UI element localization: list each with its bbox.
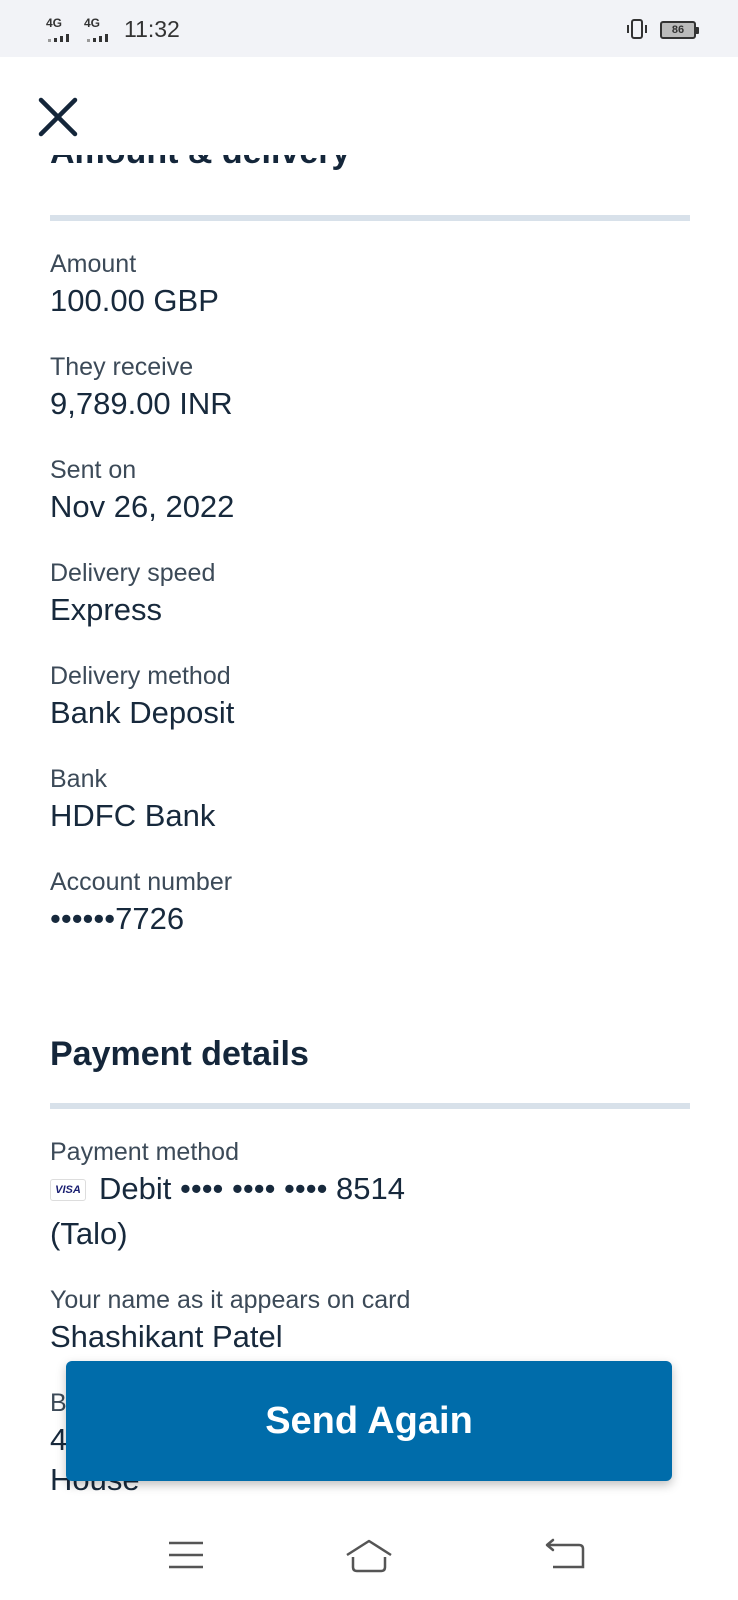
they-receive-label: They receive	[50, 353, 194, 381]
payment-details-title: Payment details	[50, 1035, 309, 1073]
network-type-1: 4G	[46, 16, 63, 30]
battery-indicator: 86	[660, 21, 699, 39]
signal-bars-icon-2	[87, 34, 115, 42]
amount-value: 100.00 GBP	[50, 283, 219, 318]
network-type-2: 4G	[84, 16, 101, 30]
billing-label: B	[50, 1389, 67, 1417]
name-on-card-value: Shashikant Patel	[50, 1319, 283, 1354]
account-number-label: Account number	[50, 868, 233, 896]
sent-on-value: Nov 26, 2022	[50, 489, 235, 524]
bank-label: Bank	[50, 765, 107, 793]
status-bar: 4G 4G 11:32 86	[0, 0, 738, 57]
delivery-speed-value: Express	[50, 592, 162, 627]
send-again-button[interactable]: Send Again	[66, 1361, 672, 1481]
amount-divider	[50, 215, 690, 221]
vibrate-icon	[627, 19, 647, 39]
system-nav-bar	[0, 1515, 738, 1600]
transfer-details-scroll[interactable]: Amount & delivery Amount 100.00 GBP They…	[0, 155, 738, 1515]
payment-method-value: Debit •••• •••• •••• 8514	[99, 1171, 406, 1206]
signal-bars-icon-1	[48, 34, 76, 42]
sent-on-label: Sent on	[50, 456, 137, 484]
clock: 11:32	[124, 16, 180, 42]
payment-divider	[50, 1103, 690, 1109]
payment-method-label: Payment method	[50, 1138, 239, 1166]
menu-icon[interactable]	[156, 1533, 216, 1577]
billing-value: 4	[50, 1422, 68, 1457]
home-icon[interactable]	[339, 1533, 399, 1577]
signal-icon-1: 4G	[46, 16, 62, 30]
amount-label: Amount	[50, 250, 137, 278]
account-number-value: ••••••7726	[50, 901, 185, 936]
signal-icon-2: 4G	[84, 16, 100, 30]
delivery-speed-label: Delivery speed	[50, 559, 216, 587]
delivery-method-label: Delivery method	[50, 662, 231, 690]
bank-value: HDFC Bank	[50, 798, 216, 833]
delivery-method-value: Bank Deposit	[50, 695, 235, 730]
visa-logo: VISA	[50, 1179, 86, 1201]
close-icon[interactable]	[36, 95, 80, 139]
name-on-card-label: Your name as it appears on card	[50, 1286, 411, 1314]
back-icon[interactable]	[533, 1533, 593, 1577]
payment-method-issuer: (Talo)	[50, 1216, 128, 1251]
they-receive-value: 9,789.00 INR	[50, 386, 233, 421]
amount-delivery-title: Amount & delivery	[50, 155, 350, 172]
